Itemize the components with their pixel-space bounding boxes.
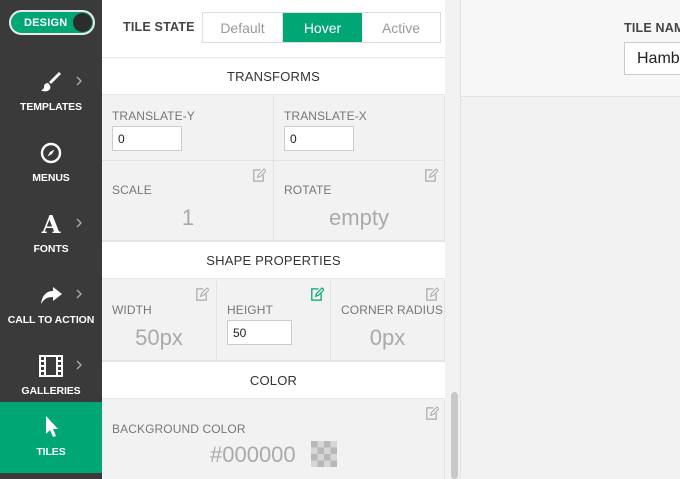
scale-cell: SCALE 1: [102, 161, 274, 241]
sidebar: DESIGN TEMPLATES MENUS A FONTS CALL TO A…: [0, 0, 102, 479]
translate-y-cell: TRANSLATE-Y: [102, 97, 274, 161]
tab-default[interactable]: Default: [203, 13, 283, 42]
sidebar-item-templates[interactable]: TEMPLATES: [0, 57, 102, 128]
tile-state-bar: TILE STATE Default Hover Active: [102, 0, 445, 57]
corner-radius-value: 0px: [369, 325, 406, 350]
transparent-swatch-icon[interactable]: [311, 441, 337, 467]
design-toggle-label: DESIGN: [24, 17, 68, 29]
sidebar-item-tiles[interactable]: TILES: [0, 402, 102, 473]
sidebar-item-label: GALLERIES: [21, 385, 81, 397]
sidebar-item-menus[interactable]: MENUS: [0, 128, 102, 199]
edit-icon[interactable]: [424, 406, 439, 421]
film-icon: [0, 353, 102, 379]
tile-name-area: TILE NAME: [461, 0, 680, 97]
section-shape-header: SHAPE PROPERTIES: [102, 241, 445, 279]
rotate-cell: ROTATE empty: [274, 161, 445, 241]
height-input[interactable]: [227, 320, 292, 345]
translate-x-input[interactable]: [284, 126, 354, 151]
chevron-right-icon: [76, 289, 82, 299]
font-icon: A: [0, 211, 102, 237]
scale-label: SCALE: [112, 183, 152, 197]
background-color-value: #000000: [210, 442, 296, 467]
sidebar-item-label: FONTS: [33, 243, 69, 255]
background-color-cell: BACKGROUND COLOR #000000: [102, 401, 445, 479]
tile-state-tabs: Default Hover Active: [202, 12, 441, 43]
tab-active[interactable]: Active: [362, 13, 440, 42]
scale-value: 1: [181, 205, 195, 230]
width-cell: WIDTH 50px: [102, 281, 217, 361]
edit-icon[interactable]: [194, 287, 209, 302]
tile-name-input[interactable]: [624, 42, 680, 75]
background-color-label: BACKGROUND COLOR: [112, 422, 246, 436]
sidebar-item-label: MENUS: [32, 172, 70, 184]
compass-icon: [0, 140, 102, 166]
share-arrow-icon: [0, 282, 102, 308]
height-cell: HEIGHT: [217, 281, 331, 361]
chevron-right-icon: [76, 360, 82, 370]
section-transforms-header: TRANSFORMS: [102, 57, 445, 95]
translate-y-label: TRANSLATE-Y: [112, 109, 195, 123]
tile-state-label: TILE STATE: [123, 20, 195, 34]
edit-icon-active[interactable]: [309, 287, 324, 302]
design-toggle[interactable]: DESIGN: [9, 10, 95, 35]
width-value: 50px: [135, 325, 183, 350]
height-label: HEIGHT: [227, 303, 273, 317]
sidebar-item-label: TILES: [36, 446, 66, 458]
panel-scrollbar[interactable]: [451, 392, 458, 479]
chevron-right-icon: [76, 76, 82, 86]
edit-icon[interactable]: [424, 287, 439, 302]
sidebar-item-call-to-action[interactable]: CALL TO ACTION: [0, 270, 102, 341]
tab-hover[interactable]: Hover: [283, 13, 362, 42]
sidebar-item-label: TEMPLATES: [20, 101, 82, 113]
tile-properties-panel: TILE STATE Default Hover Active TRANSFOR…: [102, 0, 445, 479]
translate-x-cell: TRANSLATE-X: [274, 97, 445, 161]
rotate-label: ROTATE: [284, 183, 332, 197]
cursor-icon: [0, 414, 102, 440]
toggle-knob: [73, 13, 92, 32]
chevron-right-icon: [76, 218, 82, 228]
tile-name-label: TILE NAME: [624, 21, 680, 35]
translate-y-input[interactable]: [112, 126, 182, 151]
brush-icon: [0, 69, 102, 95]
sidebar-item-fonts[interactable]: A FONTS: [0, 199, 102, 270]
corner-radius-label: CORNER RADIUS: [341, 303, 443, 317]
edit-icon[interactable]: [423, 168, 438, 183]
corner-radius-cell: CORNER RADIUS 0px: [331, 281, 445, 361]
edit-icon[interactable]: [251, 168, 266, 183]
translate-x-label: TRANSLATE-X: [284, 109, 367, 123]
width-label: WIDTH: [112, 303, 152, 317]
svg-text:A: A: [41, 211, 61, 237]
sidebar-item-label: CALL TO ACTION: [7, 314, 95, 326]
rotate-value: empty: [329, 205, 389, 230]
section-color-header: COLOR: [102, 361, 445, 399]
